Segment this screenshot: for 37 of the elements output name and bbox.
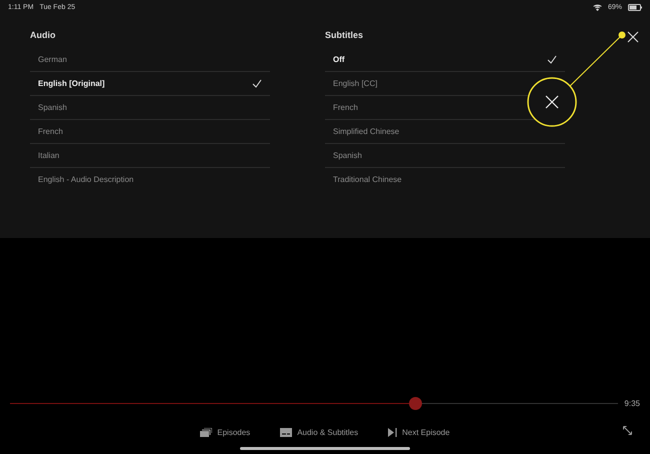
option-label: French xyxy=(38,127,63,136)
option-label: English [CC] xyxy=(333,79,378,88)
language-option[interactable]: Traditional Chinese xyxy=(325,168,565,192)
language-option[interactable]: French xyxy=(30,120,270,144)
language-option[interactable]: English [Original] xyxy=(30,72,270,96)
option-label: Off xyxy=(333,55,345,64)
checkmark-icon xyxy=(252,79,262,88)
option-label: Italian xyxy=(38,151,60,160)
wifi-icon xyxy=(592,4,602,10)
language-option[interactable]: German xyxy=(30,48,270,72)
section-title: Subtitles xyxy=(325,30,364,42)
option-label: Spanish xyxy=(333,151,362,160)
option-label: English [Original] xyxy=(38,79,105,88)
language-option[interactable]: Spanish xyxy=(30,96,270,120)
skip-next-icon xyxy=(388,428,398,437)
close-button[interactable] xyxy=(627,31,639,43)
checkmark-icon xyxy=(547,55,557,64)
language-option[interactable]: Italian xyxy=(30,144,270,168)
subtitles-icon xyxy=(280,428,292,437)
fullscreen-icon[interactable] xyxy=(623,426,632,435)
option-label: Simplified Chinese xyxy=(333,127,400,136)
section-title: Audio xyxy=(30,30,56,42)
option-label: Spanish xyxy=(38,103,67,112)
player-control-button[interactable]: Audio & Subtitles xyxy=(280,428,358,437)
option-label: French xyxy=(333,103,358,112)
option-label: Traditional Chinese xyxy=(333,175,402,184)
player-control-button[interactable]: Episodes xyxy=(200,428,250,437)
language-option[interactable]: English - Audio Description xyxy=(30,168,270,192)
battery-icon xyxy=(628,4,642,10)
language-option[interactable]: Spanish xyxy=(325,144,565,168)
language-option[interactable]: Off xyxy=(325,48,565,72)
option-label: English - Audio Description xyxy=(38,175,134,184)
progress-thumb[interactable] xyxy=(408,397,422,410)
option-label: German xyxy=(38,55,67,64)
player-control-button[interactable]: Next Episode xyxy=(388,428,450,437)
episodes-icon xyxy=(200,428,212,437)
duration-label: 9:35 xyxy=(624,399,640,408)
